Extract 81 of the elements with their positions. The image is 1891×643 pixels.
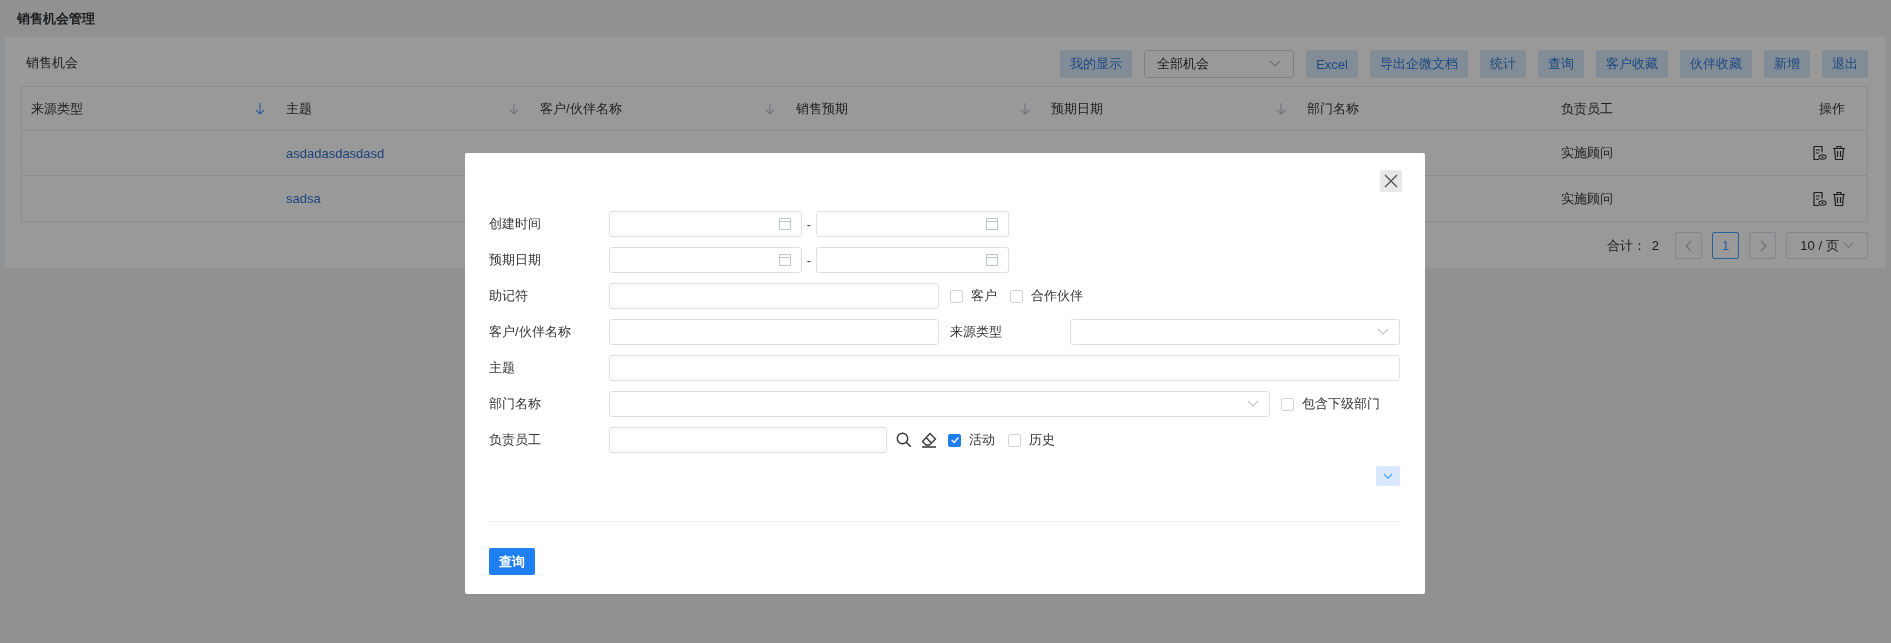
column-header: 主题 (286, 99, 312, 118)
toolbar-button[interactable]: 统计 (1480, 50, 1526, 78)
checkbox[interactable]: 客户 (950, 287, 997, 305)
calendar-icon (986, 218, 998, 230)
select-field[interactable] (609, 391, 1270, 417)
query-button[interactable]: 查询 (489, 548, 535, 575)
expand-button[interactable] (1376, 466, 1400, 486)
date-field[interactable] (609, 211, 802, 237)
input-field[interactable] (609, 283, 939, 309)
field-label: 助记符 (489, 287, 529, 305)
chevron-left-icon (1684, 239, 1693, 252)
column-header: 销售预期 (796, 99, 848, 118)
document-eye-icon[interactable] (1811, 145, 1827, 161)
calendar-icon (779, 254, 791, 266)
column-header: 部门名称 (1307, 99, 1359, 118)
toolbar-button[interactable]: 伙伴收藏 (1680, 50, 1752, 78)
page-title: 销售机会管理 (17, 9, 95, 28)
chevron-down-icon (1377, 328, 1389, 336)
previous-page-button[interactable] (1675, 232, 1702, 259)
table-link[interactable]: sadsa (286, 191, 321, 206)
sort-arrow-icon[interactable] (255, 101, 265, 116)
range-separator: - (805, 216, 813, 232)
date-field[interactable] (609, 247, 802, 273)
page-size-select[interactable]: 10 / 页 (1786, 232, 1868, 259)
sort-arrow-icon[interactable] (1276, 101, 1286, 116)
search-icon[interactable] (896, 432, 912, 448)
total-count: 2 (1651, 238, 1659, 253)
toolbar-button[interactable]: 查询 (1538, 50, 1584, 78)
table-cell: 实施顾问 (1561, 189, 1613, 208)
field-label: 客户/伙伴名称 (489, 323, 572, 341)
column-header: 负责员工 (1561, 99, 1613, 118)
field-label: 部门名称 (489, 395, 542, 413)
chevron-down-icon (1842, 242, 1854, 249)
total-label: 合计： (1606, 236, 1646, 255)
column-header: 操作 (1819, 99, 1845, 118)
checkbox[interactable]: 历史 (1008, 431, 1055, 449)
chevron-down-icon (1247, 400, 1259, 408)
checkbox[interactable]: 包含下级部门 (1281, 395, 1380, 413)
range-separator: - (805, 252, 813, 268)
date-field[interactable] (816, 211, 1009, 237)
chevron-down-icon (1269, 60, 1282, 68)
filter-select[interactable]: 全部机会 (1144, 50, 1295, 78)
sort-arrow-icon[interactable] (1020, 101, 1030, 116)
next-page-button[interactable] (1749, 232, 1776, 259)
field-label: 预期日期 (489, 251, 542, 269)
sort-arrow-icon[interactable] (765, 101, 775, 116)
toolbar-button[interactable]: 新增 (1764, 50, 1810, 78)
chevron-right-icon (1758, 239, 1767, 252)
document-eye-icon[interactable] (1811, 190, 1827, 207)
input-field[interactable] (609, 355, 1400, 381)
chevron-down-icon (1383, 472, 1393, 480)
checkmark-icon (949, 435, 960, 445)
input-field[interactable] (609, 319, 939, 345)
checkbox[interactable]: 活动 (948, 431, 995, 449)
checkbox[interactable]: 合作伙伴 (1010, 287, 1083, 305)
toolbar-button[interactable]: Excel (1306, 50, 1358, 78)
trash-icon[interactable] (1831, 145, 1847, 161)
trash-icon[interactable] (1831, 190, 1847, 207)
toolbar-button[interactable]: 退出 (1822, 50, 1868, 78)
calendar-icon (779, 218, 791, 230)
field-label: 主题 (489, 359, 516, 377)
panel-title: 销售机会 (25, 54, 78, 72)
toolbar-button[interactable]: 客户收藏 (1596, 50, 1668, 78)
toolbar-button[interactable]: 我的显示 (1060, 50, 1133, 78)
input-field[interactable] (609, 427, 887, 453)
field-label: 创建时间 (489, 215, 542, 233)
column-header: 客户/伙伴名称 (540, 99, 622, 118)
date-field[interactable] (816, 247, 1009, 273)
table-cell: 实施顾问 (1561, 144, 1613, 162)
field-label: 来源类型 (950, 323, 1003, 341)
sort-arrow-icon[interactable] (509, 101, 519, 116)
page-button[interactable]: 1 (1712, 232, 1739, 259)
column-header: 来源类型 (31, 99, 83, 118)
field-label: 负责员工 (489, 431, 542, 449)
select-field[interactable] (1070, 319, 1400, 345)
calendar-icon (986, 254, 998, 266)
close-button[interactable] (1380, 170, 1402, 192)
eraser-icon[interactable] (921, 432, 937, 448)
column-header: 预期日期 (1051, 99, 1103, 118)
toolbar-button[interactable]: 导出企微文档 (1370, 50, 1468, 78)
table-link[interactable]: asdadasdasdasd (286, 145, 385, 161)
